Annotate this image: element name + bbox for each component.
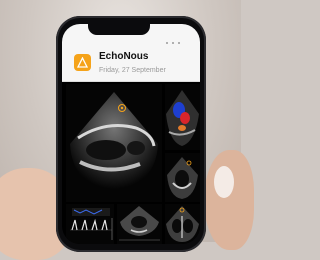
spectral-doppler-image[interactable] <box>117 204 162 244</box>
fingernail <box>214 166 234 198</box>
right-hand <box>204 150 254 250</box>
app-date: Friday, 27 September <box>99 67 166 74</box>
phone-notch <box>88 23 150 35</box>
short-axis-echo-image[interactable] <box>165 153 200 202</box>
header-divider <box>62 81 200 82</box>
parasternal-long-axis-echo-image[interactable] <box>66 84 162 202</box>
color-doppler-echo-image[interactable] <box>165 84 200 150</box>
app-title: EchoNous <box>99 51 149 62</box>
apical-four-chamber-echo-image[interactable] <box>165 204 200 244</box>
status-indicator <box>178 42 180 44</box>
echonous-logo-icon[interactable] <box>74 54 91 71</box>
triangle-glyph <box>77 57 88 68</box>
doppler-waveform-image[interactable] <box>66 204 114 244</box>
status-indicator <box>166 42 168 44</box>
phone-screen: EchoNous Friday, 27 September <box>62 24 200 244</box>
status-indicator <box>172 42 174 44</box>
